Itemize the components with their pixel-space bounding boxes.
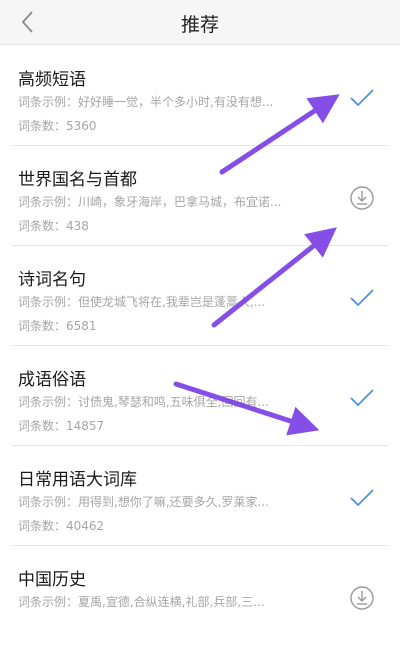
- dictionary-list: 高频短语 词条示例：好好睡一觉，半个多小时,有没有想... 词条数：5360 世…: [0, 45, 400, 645]
- item-example: 词条示例：用得到,想你了嘛,还要多久,罗莱家...: [18, 495, 269, 509]
- item-example: 词条示例：川崎，象牙海岸，巴拿马城，布宜诺...: [18, 195, 282, 209]
- download-icon[interactable]: [348, 185, 376, 211]
- item-name: 中国历史: [18, 570, 86, 590]
- list-item[interactable]: 日常用语大词库 词条示例：用得到,想你了嘛,还要多久,罗莱家... 词条数：40…: [0, 445, 400, 545]
- list-item[interactable]: 世界国名与首都 词条示例：川崎，象牙海岸，巴拿马城，布宜诺... 词条数：438: [0, 145, 400, 245]
- check-icon[interactable]: [348, 485, 376, 511]
- check-icon[interactable]: [348, 85, 376, 111]
- item-count: 词条数：6581: [18, 319, 97, 333]
- list-item[interactable]: 成语俗语 词条示例：讨债鬼,琴瑟和鸣,五味俱全,回回有... 词条数：14857: [0, 345, 400, 445]
- download-icon[interactable]: [348, 585, 376, 611]
- page-title: 推荐: [180, 14, 219, 36]
- item-example: 词条示例：讨债鬼,琴瑟和鸣,五味俱全,回回有...: [18, 395, 269, 409]
- header-bar: 推荐: [0, 0, 400, 45]
- item-name: 日常用语大词库: [18, 470, 137, 490]
- item-name: 成语俗语: [18, 370, 86, 390]
- item-name: 诗词名句: [18, 270, 86, 290]
- list-item[interactable]: 诗词名句 词条示例：但使龙城飞将在,我辈岂是蓬蒿人,... 词条数：6581: [0, 245, 400, 345]
- item-example: 词条示例：夏禹,宣德,合纵连横,礼部,兵部,三...: [18, 595, 265, 609]
- item-example: 词条示例：好好睡一觉，半个多小时,有没有想...: [18, 95, 274, 109]
- item-count: 词条数：40462: [18, 519, 105, 533]
- item-count: 词条数：438: [18, 219, 89, 233]
- item-name: 世界国名与首都: [18, 170, 137, 190]
- item-count: 词条数：5360: [18, 119, 97, 133]
- check-icon[interactable]: [348, 385, 376, 411]
- check-icon[interactable]: [348, 285, 376, 311]
- item-example: 词条示例：但使龙城飞将在,我辈岂是蓬蒿人,...: [18, 295, 266, 309]
- item-name: 高频短语: [18, 70, 86, 90]
- list-item[interactable]: 高频短语 词条示例：好好睡一觉，半个多小时,有没有想... 词条数：5360: [0, 45, 400, 145]
- list-item[interactable]: 中国历史 词条示例：夏禹,宣德,合纵连横,礼部,兵部,三...: [0, 545, 400, 645]
- item-count: 词条数：14857: [18, 419, 105, 433]
